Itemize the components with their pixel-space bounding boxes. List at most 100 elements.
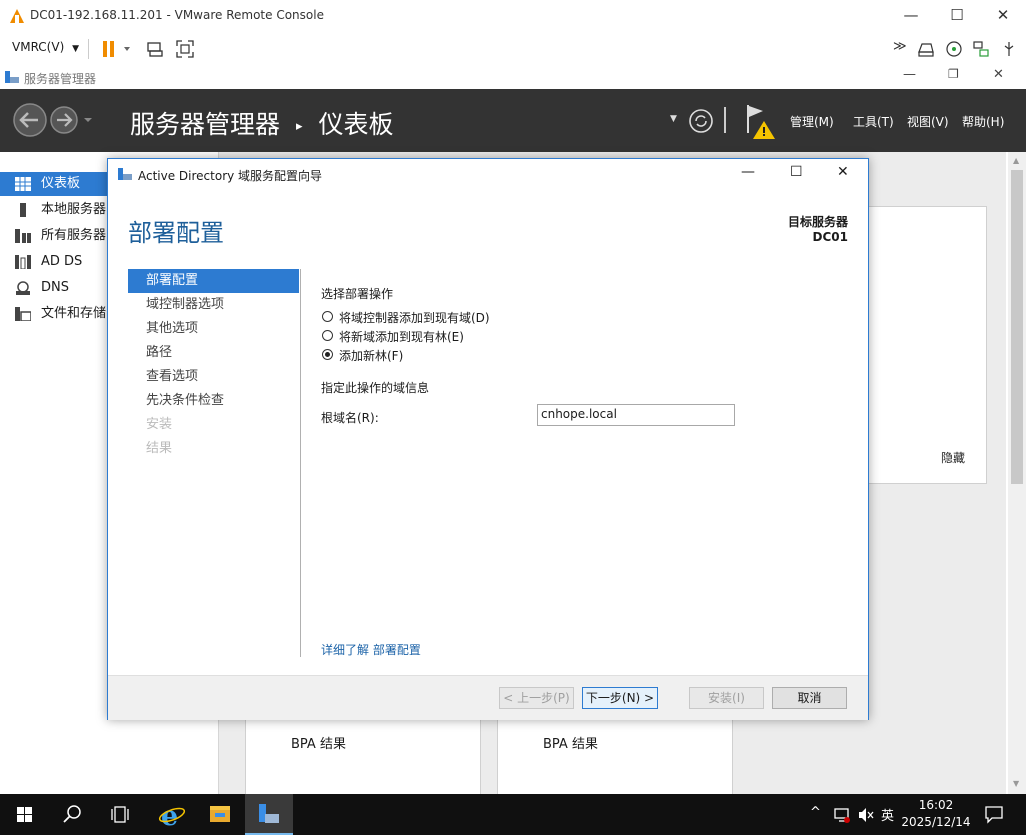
refresh-icon[interactable]	[688, 108, 714, 134]
drive-icon[interactable]	[917, 40, 935, 58]
file-storage-icon	[15, 307, 31, 321]
wizard-step-deployment[interactable]: 部署配置	[128, 269, 299, 293]
search-icon[interactable]	[48, 794, 96, 835]
task-view-icon[interactable]	[96, 794, 144, 835]
server-manager-header: 服务器管理器 ▸ 仪表板 ▼ 管理(M) 工具(T) 视图(V) 帮助(H)	[0, 89, 1026, 152]
menu-view[interactable]: 视图(V)	[907, 113, 949, 130]
scroll-up-icon[interactable]: ▲	[1013, 156, 1019, 165]
vmrc-maximize-button[interactable]: ☐	[934, 0, 980, 31]
notifications-flag-icon[interactable]	[745, 103, 777, 141]
send-ctrl-alt-del-icon[interactable]	[146, 40, 164, 58]
wizard-title-bar: Active Directory 域服务配置向导 — ☐ ✕	[108, 159, 868, 189]
wizard-footer: < 上一步(P) 下一步(N) > 安装(I) 取消	[108, 675, 868, 720]
learn-more-link[interactable]: 详细了解 部署配置	[321, 641, 421, 658]
sm-close-button[interactable]: ✕	[993, 67, 1004, 82]
wizard-step-prereq-check[interactable]: 先决条件检查	[128, 389, 299, 413]
vmrc-minimize-button[interactable]: —	[888, 0, 934, 31]
steps-divider	[300, 269, 301, 657]
clock-time: 16:02	[918, 798, 954, 812]
wizard-step-paths[interactable]: 路径	[128, 341, 299, 365]
breadcrumb: 服务器管理器 ▸ 仪表板	[130, 105, 393, 141]
previous-button[interactable]: < 上一步(P)	[499, 687, 574, 709]
fullscreen-icon[interactable]	[176, 40, 194, 58]
hide-link[interactable]: 隐藏	[941, 449, 965, 466]
ad-ds-config-wizard: Active Directory 域服务配置向导 — ☐ ✕ 部署配置 目标服务…	[107, 158, 869, 720]
vertical-scrollbar[interactable]: ▲ ▼	[1008, 152, 1026, 794]
cancel-button[interactable]: 取消	[772, 687, 847, 709]
radio-button[interactable]	[322, 311, 333, 322]
file-explorer-icon[interactable]	[196, 794, 244, 835]
wizard-step-review[interactable]: 查看选项	[128, 365, 299, 389]
system-clock[interactable]: 16:02 2025/12/14	[900, 797, 972, 831]
server-manager-icon	[5, 71, 19, 83]
dns-icon	[16, 281, 30, 295]
sm-minimize-button[interactable]: —	[903, 67, 916, 82]
network-adapter-icon[interactable]	[972, 40, 990, 58]
toolbar-divider	[88, 39, 89, 59]
role-tile: BPA 结果	[245, 718, 481, 796]
wizard-close-button[interactable]: ✕	[837, 164, 849, 180]
menu-manage[interactable]: 管理(M)	[790, 113, 834, 130]
vmrc-window-title: DC01-192.168.11.201 - VMware Remote Cons…	[30, 8, 324, 22]
sidebar-item-dns[interactable]: DNS	[0, 276, 110, 300]
install-button[interactable]: 安装(I)	[689, 687, 764, 709]
network-icon[interactable]	[833, 806, 851, 824]
domain-info-label: 指定此操作的域信息	[321, 381, 430, 395]
wizard-step-results: 结果	[146, 441, 173, 456]
sidebar-item-ad-ds[interactable]: AD DS	[0, 250, 110, 274]
sidebar-item-dashboard[interactable]: 仪表板	[0, 172, 110, 196]
wizard-step-install: 安装	[146, 417, 173, 432]
vmrc-close-button[interactable]: ✕	[980, 0, 1026, 31]
sidebar-item-all-servers[interactable]: 所有服务器	[0, 224, 110, 248]
bpa-results-label[interactable]: BPA 结果	[291, 733, 346, 752]
refresh-dropdown-icon[interactable]: ▼	[670, 114, 677, 124]
target-server-name: DC01	[812, 230, 848, 244]
vmrc-menu-label: VMRC(V)	[12, 40, 65, 54]
volume-muted-icon[interactable]	[857, 806, 875, 824]
scroll-down-icon[interactable]: ▼	[1013, 779, 1019, 788]
start-windows-icon[interactable]	[0, 794, 48, 835]
sm-restore-button[interactable]: ❐	[948, 67, 959, 81]
internet-explorer-icon[interactable]: e	[148, 794, 196, 835]
sidebar-item-file-storage[interactable]: 文件和存储	[0, 302, 110, 326]
wizard-step-additional-options[interactable]: 其他选项	[128, 317, 299, 341]
show-hidden-icons[interactable]: ^	[810, 805, 821, 820]
notification-center-icon[interactable]	[984, 804, 1004, 824]
server-manager-window-title: 服务器管理器	[24, 72, 97, 86]
dashboard-icon	[15, 177, 31, 191]
server-icon	[20, 203, 26, 217]
sidebar-item-local-server[interactable]: 本地服务器	[0, 198, 110, 222]
pause-button[interactable]	[100, 39, 132, 62]
sidebar-item-label: DNS	[41, 280, 69, 295]
ad-ds-icon	[15, 255, 31, 269]
windows-taskbar: e ^ 英 16:02 2025/12/14	[0, 794, 1026, 835]
menu-help[interactable]: 帮助(H)	[962, 113, 1004, 130]
cd-rom-icon[interactable]	[945, 40, 963, 58]
wizard-title: Active Directory 域服务配置向导	[138, 169, 323, 183]
vmrc-title-bar: DC01-192.168.11.201 - VMware Remote Cons…	[0, 0, 1026, 31]
vmrc-menu-button[interactable]: VMRC(V) ▼	[12, 40, 79, 54]
next-button[interactable]: 下一步(N) >	[582, 687, 658, 709]
wizard-step-dc-options[interactable]: 域控制器选项	[128, 293, 299, 317]
welcome-tile: 隐藏	[867, 206, 987, 484]
wizard-body: 部署配置 目标服务器 DC01 部署配置 域控制器选项 其他选项 路径 查看选项…	[108, 189, 868, 675]
role-tile: BPA 结果	[497, 718, 733, 796]
more-icon[interactable]: ≫	[893, 39, 907, 54]
vmrc-toolbar: VMRC(V) ▼ ≫	[0, 31, 1026, 67]
taskbar-server-manager[interactable]	[245, 794, 293, 835]
root-domain-input[interactable]: cnhope.local	[537, 404, 735, 426]
nav-back-forward[interactable]	[12, 103, 98, 137]
server-manager-title-bar: 服务器管理器 — ❐ ✕	[0, 66, 1026, 89]
radio-button-selected[interactable]	[322, 349, 333, 360]
deployment-operation-label: 选择部署操作	[321, 287, 394, 301]
wizard-minimize-button[interactable]: —	[741, 164, 755, 180]
scrollbar-thumb[interactable]	[1011, 170, 1023, 484]
server-manager-icon	[259, 804, 279, 823]
menu-tools[interactable]: 工具(T)	[853, 113, 894, 130]
wizard-maximize-button[interactable]: ☐	[790, 164, 803, 180]
bpa-results-label[interactable]: BPA 结果	[543, 733, 598, 752]
radio-button[interactable]	[322, 330, 333, 341]
ime-indicator[interactable]: 英	[881, 805, 894, 824]
wizard-heading: 部署配置	[128, 219, 224, 247]
usb-icon[interactable]	[1000, 40, 1018, 58]
